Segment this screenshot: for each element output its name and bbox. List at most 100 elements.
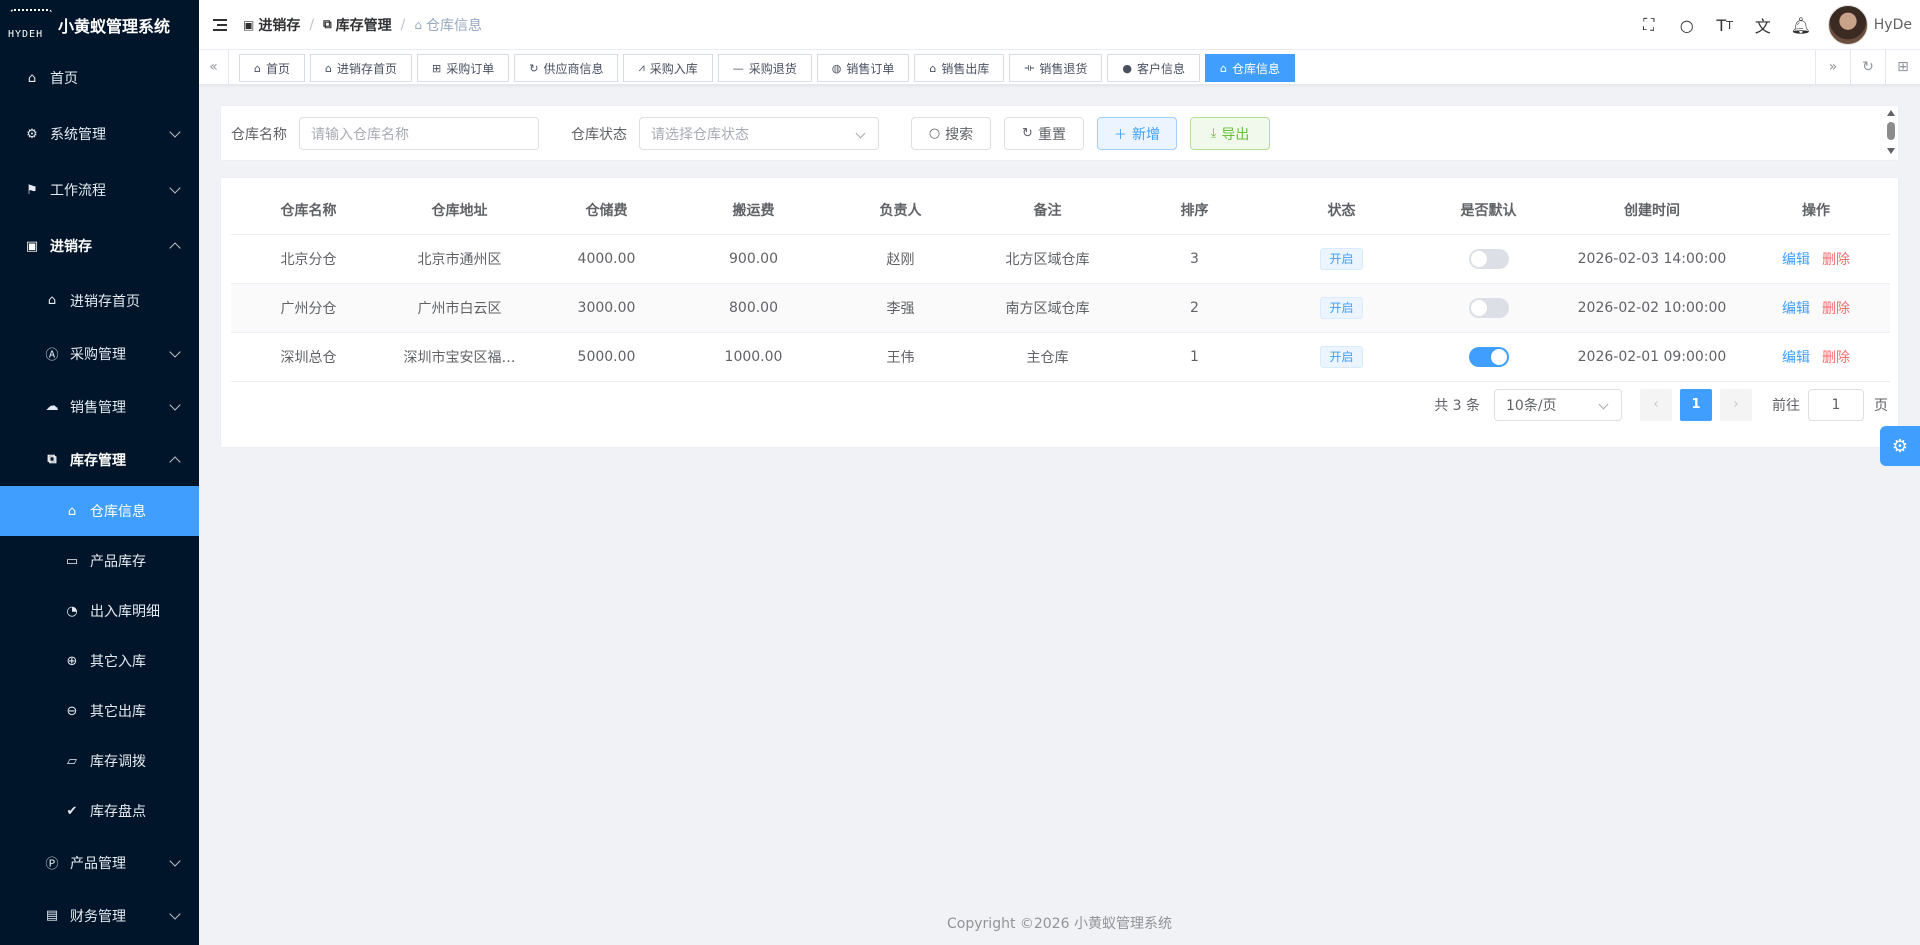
- avatar[interactable]: [1827, 5, 1868, 45]
- cell-sort: 1: [1190, 349, 1199, 365]
- tag-purchase-in[interactable]: ⩘ 采购入库: [623, 54, 713, 82]
- cell-storage-fee: 4000.00: [577, 251, 636, 267]
- breadcrumb-separator: /: [309, 16, 315, 33]
- gear-icon: ⚙: [26, 126, 38, 142]
- cell-remark: 北方区域仓库: [1005, 252, 1090, 268]
- user-name[interactable]: HyDe: [1874, 17, 1912, 33]
- default-switch[interactable]: [1468, 347, 1509, 367]
- letter-e-icon: ▣: [25, 238, 39, 254]
- sidebar-item-system[interactable]: ⚙ 系统管理: [0, 106, 199, 162]
- goto-page-input[interactable]: 1: [1808, 388, 1864, 421]
- scrollbar[interactable]: [1886, 108, 1896, 158]
- folder-icon: ▱: [67, 753, 77, 769]
- tag-sales-order[interactable]: ◍ 销售订单: [816, 54, 910, 82]
- tag-purchase-order[interactable]: ⊞ 采购订单: [417, 54, 510, 82]
- cup-icon: ▭: [65, 553, 79, 569]
- edit-link[interactable]: 编辑: [1782, 301, 1810, 317]
- logo-mark: HYDEH: [8, 5, 52, 45]
- cell-storage-fee: 3000.00: [577, 300, 636, 316]
- zoom-out-icon: ⊖: [66, 703, 78, 719]
- sidebar-item-stock-detail[interactable]: ◔ 出入库明细: [0, 586, 199, 636]
- cell-manager: 李强: [886, 301, 915, 317]
- bag-icon: ⌂: [929, 61, 937, 75]
- sidebar-item-purchase[interactable]: Ⓐ 采购管理: [0, 327, 199, 380]
- sidebar-item-warehouse-info[interactable]: ⌂ 仓库信息: [0, 486, 199, 536]
- breadcrumb-item[interactable]: ⧉ 库存管理: [323, 15, 392, 35]
- sidebar-item-inventory[interactable]: ⧉ 库存管理: [0, 433, 199, 486]
- prev-page-button[interactable]: ‹: [1640, 388, 1672, 421]
- warehouse-name-label: 仓库名称: [231, 127, 287, 143]
- refresh-icon[interactable]: ↻: [1850, 50, 1885, 84]
- add-button[interactable]: ＋新增: [1097, 117, 1177, 150]
- logo[interactable]: HYDEH 小黄蚁管理系统: [0, 0, 199, 50]
- delete-link[interactable]: 删除: [1822, 252, 1850, 268]
- tags-view: « ⌂ 首页 ⌂ 进销存首页 ⊞ 采购订单 ↻ 供应商信息 ⩘ 采购入库 — 采购退货 ◍ 销…: [199, 50, 1920, 85]
- export-button[interactable]: ⤓ 导出: [1190, 117, 1270, 150]
- grid-icon: ⊞: [432, 61, 442, 75]
- tag-supplier[interactable]: ↻ 供应商信息: [514, 54, 619, 82]
- sidebar-item-product-stock[interactable]: ▭ 产品库存: [0, 536, 199, 586]
- globe-icon: ◍: [831, 61, 842, 75]
- edit-link[interactable]: 编辑: [1782, 350, 1810, 366]
- dumbbell-icon: ⟛: [1024, 61, 1035, 74]
- sidebar-item-workflow[interactable]: ⚑ 工作流程: [0, 162, 199, 218]
- tag-home[interactable]: ⌂ 首页: [239, 54, 305, 82]
- tags-tools: » ↻ ⊞: [1815, 50, 1920, 84]
- refresh-icon: ↻: [1022, 126, 1033, 141]
- breadcrumb-item[interactable]: ▣ 进销存: [243, 15, 300, 35]
- chevron-up-icon: [169, 455, 181, 468]
- warehouse-icon: ⌂: [67, 503, 77, 519]
- warehouse-status-select[interactable]: 请选择仓库状态: [639, 117, 879, 150]
- status-badge: 开启: [1320, 248, 1363, 270]
- column-header: 仓储费: [585, 203, 628, 219]
- sidebar-item-home[interactable]: ⌂ 首页: [0, 50, 199, 106]
- sidebar-item-product[interactable]: Ⓟ 产品管理: [0, 836, 199, 889]
- chevron-down-icon: [169, 345, 181, 358]
- default-switch[interactable]: [1468, 298, 1509, 318]
- menu-toggle-icon[interactable]: [213, 18, 229, 31]
- grid-menu-icon[interactable]: ⊞: [1885, 50, 1920, 84]
- delete-link[interactable]: 删除: [1822, 301, 1850, 317]
- sidebar-item-transfer[interactable]: ▱ 库存调拨: [0, 736, 199, 786]
- pagination: 共 3 条 10条/页 ‹ 1 › 前往 1 页: [1434, 388, 1888, 421]
- font-size-icon[interactable]: TT: [1706, 0, 1744, 50]
- search-icon[interactable]: ○: [1668, 0, 1706, 50]
- cell-created: 2026-02-02 10:00:00: [1577, 300, 1727, 316]
- column-header: 搬运费: [732, 203, 775, 219]
- sidebar-item-finance[interactable]: ▤ 财务管理: [0, 889, 199, 942]
- settings-gear-icon[interactable]: ⚙: [1880, 426, 1920, 466]
- warehouse-icon: ⌂: [1219, 61, 1227, 75]
- cell-manager: 王伟: [886, 350, 915, 366]
- next-page-button[interactable]: ›: [1720, 388, 1752, 421]
- tag-warehouse-info[interactable]: ⌂ 仓库信息: [1204, 54, 1295, 82]
- sidebar-item-jxc-home[interactable]: ⌂ 进销存首页: [0, 274, 199, 327]
- sidebar-item-sales[interactable]: ☁ 销售管理: [0, 380, 199, 433]
- tag-jxc-home[interactable]: ⌂ 进销存首页: [310, 54, 412, 82]
- scroll-right-icon[interactable]: »: [1815, 50, 1850, 84]
- chevron-down-icon: [169, 126, 181, 138]
- cell-remark: 南方区域仓库: [1005, 301, 1090, 317]
- tag-sales-return[interactable]: ⟛ 销售退货: [1009, 54, 1103, 82]
- table-header: 仓库名称 仓库地址 仓储费 搬运费 负责人 备注 排序 状态 是否默认 创建时间…: [231, 186, 1890, 235]
- finance-icon: ▤: [45, 908, 59, 923]
- reset-button[interactable]: ↻ 重置: [1004, 117, 1084, 150]
- page-size-select[interactable]: 10条/页: [1494, 388, 1622, 421]
- tag-sales-out[interactable]: ⌂ 销售出库: [914, 54, 1005, 82]
- sidebar-item-jxc[interactable]: ▣ 进销存: [0, 218, 199, 274]
- warehouse-name-input[interactable]: 请输入仓库名称: [299, 117, 539, 150]
- chevron-down-icon: [169, 398, 181, 411]
- sidebar-item-other-out[interactable]: ⊖ 其它出库: [0, 686, 199, 736]
- bell-icon[interactable]: 🔔︎: [1782, 0, 1820, 50]
- delete-link[interactable]: 删除: [1822, 350, 1850, 366]
- sidebar-item-other-in[interactable]: ⊕ 其它入库: [0, 636, 199, 686]
- search-button[interactable]: ○ 搜索: [911, 117, 991, 150]
- page-number[interactable]: 1: [1680, 388, 1712, 421]
- default-switch[interactable]: [1468, 249, 1509, 269]
- scroll-left-icon[interactable]: «: [199, 50, 229, 84]
- sidebar-item-stocktaking[interactable]: ✔ 库存盘点: [0, 786, 199, 836]
- translate-icon[interactable]: 文: [1744, 0, 1782, 50]
- edit-link[interactable]: 编辑: [1782, 252, 1810, 268]
- tag-purchase-return[interactable]: — 采购退货: [717, 54, 812, 82]
- fullscreen-icon[interactable]: ⛶: [1630, 0, 1668, 50]
- tag-customer[interactable]: ● 客户信息: [1107, 54, 1200, 82]
